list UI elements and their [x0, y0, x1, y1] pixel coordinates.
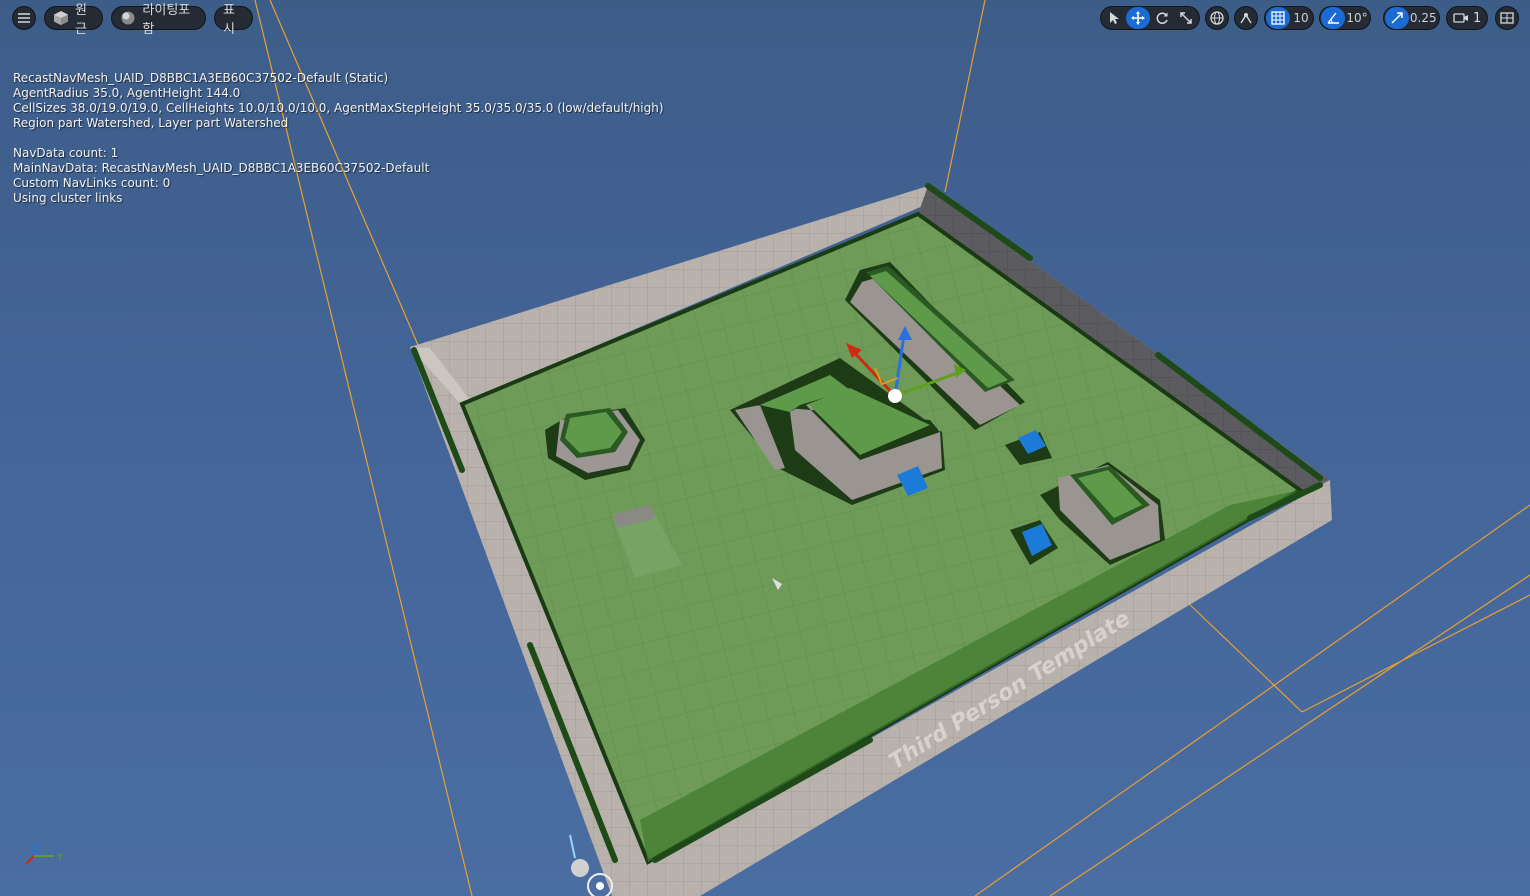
grid-snap-group[interactable]: 10 [1264, 6, 1314, 30]
cube-icon [53, 9, 69, 27]
angle-icon [1324, 9, 1342, 27]
axis-z-label: Z [36, 844, 43, 855]
scale-mode-button[interactable] [1174, 7, 1198, 29]
rotation-snap-group[interactable]: 10° [1319, 6, 1371, 30]
stats-line: MainNavData: RecastNavMesh_UAID_D8BBC1A3… [13, 161, 430, 175]
stats-line [13, 131, 664, 146]
stats-line: AgentRadius 35.0, AgentHeight 144.0 [13, 86, 241, 100]
stats-line: CellSizes 38.0/19.0/19.0, CellHeights 10… [13, 101, 664, 115]
grid-snap-toggle[interactable] [1266, 7, 1290, 29]
rotation-snap-value[interactable]: 10° [1345, 7, 1369, 29]
stats-line: Region part Watershed, Layer part Waters… [13, 116, 289, 130]
navmesh-stats-overlay: RecastNavMesh_UAID_D8BBC1A3EB60C37502-De… [13, 71, 664, 206]
surface-snap-button[interactable] [1234, 6, 1258, 30]
coordinate-system-button[interactable] [1205, 6, 1229, 30]
rotation-snap-toggle[interactable] [1321, 7, 1345, 29]
camera-speed-button[interactable]: 1 [1446, 6, 1488, 30]
rotate-icon [1153, 9, 1171, 27]
lit-sphere-icon [120, 9, 136, 27]
stats-line: Custom NavLinks count: 0 [13, 176, 171, 190]
axis-indicator: Z Y [25, 844, 64, 865]
globe-icon [1208, 9, 1226, 27]
grid-snap-value[interactable]: 10 [1290, 7, 1312, 29]
stats-line: RecastNavMesh_UAID_D8BBC1A3EB60C37502-De… [13, 71, 389, 85]
stats-line: Using cluster links [13, 191, 123, 205]
select-mode-button[interactable] [1102, 7, 1126, 29]
video-camera-icon [1453, 9, 1469, 27]
level-viewport[interactable]: Third Person Template 원근 라이팅포함 표시 10 10°… [0, 0, 1530, 896]
perspective-label: 원근 [75, 3, 87, 37]
hamburger-icon [15, 9, 33, 27]
view-mode-button[interactable]: 라이팅포함 [111, 3, 206, 37]
axis-y-label: Y [56, 852, 64, 863]
viewport-menu-button[interactable] [12, 6, 36, 30]
scale-snap-group[interactable]: 0.25 [1383, 6, 1440, 30]
camera-speed-value: 1 [1473, 10, 1482, 26]
transform-mode-group [1100, 6, 1200, 30]
perspective-button[interactable]: 원근 [44, 3, 103, 37]
viewport-layout-button[interactable] [1495, 6, 1519, 30]
grid-icon [1269, 9, 1287, 27]
translate-mode-button[interactable] [1126, 7, 1150, 29]
cursor-arrow-icon [1105, 9, 1123, 27]
move-arrows-icon [1129, 9, 1147, 27]
show-label: 표시 [223, 3, 235, 37]
rotate-mode-button[interactable] [1150, 7, 1174, 29]
surface-snap-icon [1237, 9, 1255, 27]
layout-grid-icon [1498, 9, 1516, 27]
scale-snap-value[interactable]: 0.25 [1409, 7, 1438, 29]
stats-line: NavData count: 1 [13, 146, 119, 160]
view-mode-label: 라이팅포함 [142, 3, 191, 37]
scale-snap-icon [1388, 9, 1406, 27]
scale-icon [1177, 9, 1195, 27]
scale-snap-toggle[interactable] [1385, 7, 1409, 29]
show-button[interactable]: 표시 [214, 3, 253, 37]
